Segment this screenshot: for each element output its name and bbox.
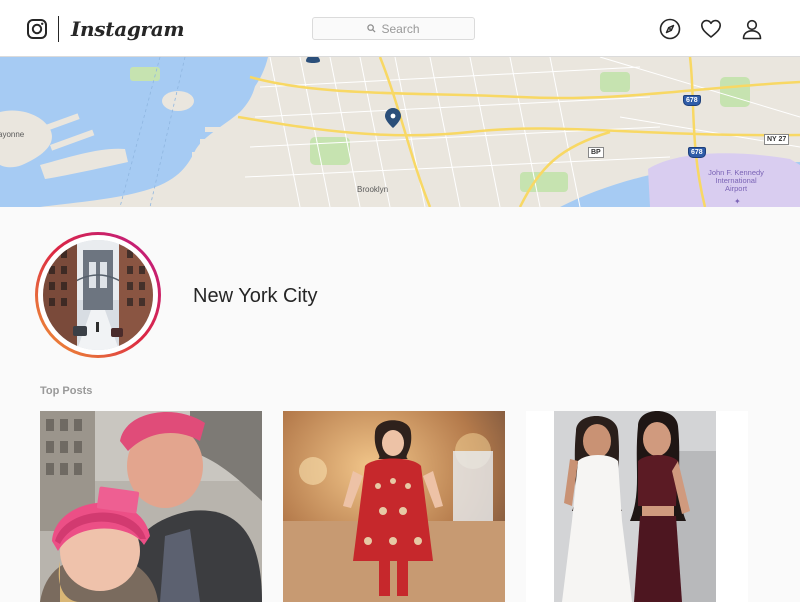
post-image-two-women [526, 411, 748, 602]
search-placeholder: Search [381, 21, 420, 36]
map-canvas: ✦ [0, 57, 800, 207]
location-avatar[interactable] [35, 232, 161, 358]
map-label-brooklyn: Brooklyn [357, 185, 389, 194]
user-icon [742, 19, 762, 40]
route-shield-ny27: NY 27 [764, 134, 790, 145]
top-posts-heading: Top Posts [40, 385, 93, 397]
explore-button[interactable] [659, 18, 681, 40]
avatar-border [38, 235, 158, 355]
instagram-wordmark: Instagram [71, 17, 185, 41]
top-navigation-bar: Instagram Search [0, 0, 800, 57]
post-tile-2[interactable] [283, 411, 505, 602]
heart-icon [701, 19, 721, 38]
compass-icon [659, 18, 681, 40]
route-shield-bp: BP [588, 147, 604, 158]
svg-text:✦: ✦ [734, 197, 741, 206]
location-title: New York City [193, 285, 318, 307]
instagram-camera-icon [27, 19, 47, 39]
post-image-girl-red-dress [283, 411, 505, 602]
avatar-photo [43, 240, 153, 350]
profile-button[interactable] [741, 18, 763, 40]
map-label-bayonne: ayonne [0, 130, 25, 139]
logo-divider [58, 16, 59, 42]
search-input[interactable]: Search [312, 17, 475, 40]
post-tile-3[interactable] [526, 411, 748, 602]
search-icon [367, 24, 377, 33]
location-map[interactable]: ✦ ayonne Brooklyn John F. Kennedy Intern… [0, 57, 800, 207]
post-tile-1[interactable] [40, 411, 262, 602]
activity-button[interactable] [700, 18, 722, 40]
map-label-airport: John F. Kennedy International Airport [708, 168, 764, 193]
instagram-logo[interactable]: Instagram [27, 16, 185, 42]
map-pin-icon [306, 57, 320, 63]
post-image-couple-selfie [40, 411, 262, 602]
route-shield-i678: 678 [683, 95, 701, 106]
route-shield-i678: 678 [688, 147, 706, 158]
